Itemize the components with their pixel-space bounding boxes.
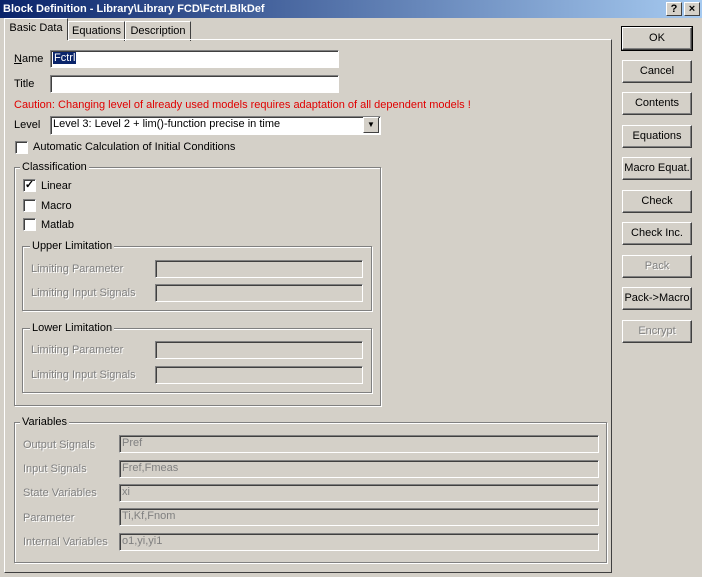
linear-label: Linear bbox=[41, 180, 72, 192]
macro-equat-button[interactable]: Macro Equat. bbox=[622, 157, 692, 180]
input-signals-label: Input Signals bbox=[23, 463, 87, 475]
chevron-down-icon[interactable]: ▼ bbox=[363, 117, 379, 133]
tab-equations[interactable]: Equations bbox=[68, 21, 125, 41]
parameter-label: Parameter bbox=[23, 512, 75, 524]
upper-limitation-title: Upper Limitation bbox=[30, 240, 115, 252]
lower-signals-label: Limiting Input Signals bbox=[31, 369, 136, 381]
ok-button[interactable]: OK bbox=[621, 26, 693, 51]
output-signals-label: Output Signals bbox=[23, 439, 96, 451]
level-value: Level 3: Level 2 + lim()-function precis… bbox=[53, 118, 281, 130]
name-input[interactable]: Fctrl bbox=[50, 50, 339, 68]
tab-basic-data[interactable]: Basic Data bbox=[4, 18, 68, 40]
check-inc-button[interactable]: Check Inc. bbox=[622, 222, 692, 245]
upper-param-label: Limiting Parameter bbox=[31, 263, 124, 275]
upper-signals-label: Limiting Input Signals bbox=[31, 287, 136, 299]
title-input[interactable] bbox=[50, 75, 339, 93]
name-value: Fctrl bbox=[53, 52, 77, 64]
encrypt-button[interactable]: Encrypt bbox=[622, 320, 692, 343]
pack-macro-button[interactable]: Pack->Macro bbox=[622, 287, 692, 310]
cancel-button[interactable]: Cancel bbox=[622, 60, 692, 83]
window-title: Block Definition - Library\Library FCD\F… bbox=[3, 3, 265, 15]
contents-button[interactable]: Contents bbox=[622, 92, 692, 115]
check-icon: ✓ bbox=[24, 179, 35, 191]
macro-checkbox[interactable] bbox=[23, 199, 36, 212]
internal-variables-label: Internal Variables bbox=[23, 536, 108, 548]
auto-calc-checkbox[interactable] bbox=[15, 141, 28, 154]
classification-title: Classification bbox=[20, 161, 89, 173]
internal-variables-input[interactable]: o1,yi,yi1 bbox=[119, 533, 599, 551]
variables-title: Variables bbox=[20, 416, 70, 428]
state-variables-input[interactable]: xi bbox=[119, 484, 599, 502]
linear-checkbox[interactable]: ✓ bbox=[23, 179, 36, 192]
level-select[interactable]: Level 3: Level 2 + lim()-function precis… bbox=[50, 116, 381, 135]
matlab-checkbox[interactable] bbox=[23, 218, 36, 231]
window-title-bar[interactable]: Block Definition - Library\Library FCD\F… bbox=[0, 0, 702, 18]
lower-limitation-title: Lower Limitation bbox=[30, 322, 115, 334]
upper-param-input[interactable] bbox=[155, 260, 363, 278]
upper-signals-input[interactable] bbox=[155, 284, 363, 302]
state-variables-label: State Variables bbox=[23, 487, 97, 499]
level-label: Level bbox=[14, 119, 41, 131]
equations-button[interactable]: Equations bbox=[622, 125, 692, 148]
caution-text: Caution: Changing level of already used … bbox=[14, 99, 471, 111]
input-signals-input[interactable]: Fref,Fmeas bbox=[119, 460, 599, 478]
auto-calc-label: Automatic Calculation of Initial Conditi… bbox=[33, 141, 236, 153]
tab-description[interactable]: Description bbox=[125, 21, 191, 41]
check-button[interactable]: Check bbox=[622, 190, 692, 213]
lower-param-input[interactable] bbox=[155, 341, 363, 359]
lower-param-label: Limiting Parameter bbox=[31, 344, 124, 356]
title-label: Title bbox=[14, 78, 35, 90]
pack-button[interactable]: Pack bbox=[622, 255, 692, 278]
name-label: Name bbox=[14, 53, 44, 65]
parameter-input[interactable]: Ti,Kf,Fnom bbox=[119, 508, 599, 526]
macro-label: Macro bbox=[41, 200, 72, 212]
matlab-label: Matlab bbox=[41, 219, 75, 231]
help-button[interactable]: ? bbox=[666, 2, 682, 16]
lower-signals-input[interactable] bbox=[155, 366, 363, 384]
output-signals-input[interactable]: Pref bbox=[119, 435, 599, 453]
close-button[interactable]: × bbox=[684, 2, 700, 16]
